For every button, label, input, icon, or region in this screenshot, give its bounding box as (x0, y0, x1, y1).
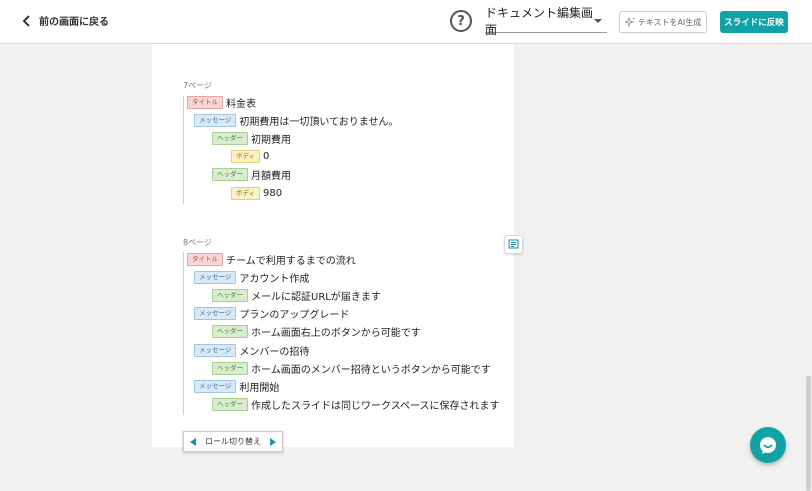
role-tag-message[interactable]: メッセージ (194, 343, 237, 357)
ai-generate-button[interactable]: テキストをAI生成 (619, 11, 707, 33)
role-tag-header[interactable]: ヘッダー (212, 361, 248, 375)
outline-text[interactable]: アカウント作成 (239, 270, 309, 285)
note-icon (508, 239, 519, 249)
help-glyph: ? (457, 13, 465, 29)
role-tag-title[interactable]: タイトル (187, 252, 223, 266)
outline-text[interactable]: ホーム画面のメンバー招待というボタンから可能です (251, 361, 491, 376)
outline-text[interactable]: ホーム画面右上のボタンから可能です (251, 324, 421, 339)
role-tag-header[interactable]: ヘッダー (212, 288, 248, 302)
outline-row-message[interactable]: メッセージ 利用開始 (194, 379, 279, 394)
outline-row-title[interactable]: タイトル 料金表 (187, 95, 256, 110)
outline-row-header[interactable]: ヘッダー 月額費用 (212, 168, 291, 182)
outline-row-message[interactable]: メッセージ メンバーの招待 (194, 343, 309, 358)
apply-to-slide-button[interactable]: スライドに反映 (720, 11, 788, 33)
outline-text[interactable]: 0 (263, 151, 269, 162)
role-tag-message[interactable]: メッセージ (194, 307, 237, 321)
outline-row-header[interactable]: ヘッダー 初期費用 (212, 131, 291, 146)
role-switch-label[interactable]: ロール切り替え (205, 436, 261, 447)
role-switcher: ロール切り替え (183, 431, 283, 452)
outline-text[interactable]: 料金表 (226, 95, 256, 110)
triangle-left-icon[interactable] (190, 437, 196, 446)
role-tag-header[interactable]: ヘッダー (212, 398, 248, 412)
scrollbar-thumb[interactable] (806, 376, 811, 491)
apply-label: スライドに反映 (724, 18, 784, 28)
role-tag-message[interactable]: メッセージ (194, 113, 237, 127)
outline-row-body[interactable]: ボディ 0 (231, 150, 269, 164)
outline-text[interactable]: 利用開始 (239, 379, 279, 394)
outline-text[interactable]: メールに認証URLが届きます (251, 288, 381, 303)
triangle-right-icon[interactable] (270, 437, 276, 446)
chat-launcher-button[interactable] (750, 427, 786, 463)
outline-row-message[interactable]: メッセージ 初期費用は一切頂いておりません。 (194, 113, 398, 128)
role-tag-header[interactable]: ヘッダー (212, 131, 248, 145)
role-tag-message[interactable]: メッセージ (194, 379, 237, 393)
outline-text[interactable]: プランのアップグレード (239, 306, 349, 321)
page-label: 7ページ (183, 81, 212, 90)
outline-text[interactable]: チームで利用するまでの流れ (226, 252, 356, 267)
outline-row-header[interactable]: ヘッダー ホーム画面右上のボタンから可能です (212, 325, 421, 339)
note-button[interactable] (504, 235, 523, 254)
role-tag-body[interactable]: ボディ (231, 150, 261, 164)
role-tag-message[interactable]: メッセージ (194, 270, 237, 284)
outline-guide-line (183, 96, 184, 204)
outline-guide-line (183, 252, 184, 415)
outline-row-header[interactable]: ヘッダー メールに認証URLが届きます (212, 288, 381, 303)
chevron-left-icon (22, 14, 30, 27)
outline-row-header[interactable]: ヘッダー 作成したスライドは同じワークスペースに保存されます (212, 398, 500, 412)
outline-text[interactable]: 月額費用 (251, 167, 291, 182)
chat-bubble-icon (760, 437, 776, 454)
top-header: 前の画面に戻る ? ドキュメント編集画面 テキストをAI生成 スライドに反映 (0, 0, 812, 44)
help-circle-icon[interactable]: ? (450, 10, 472, 32)
role-tag-title[interactable]: タイトル (187, 95, 223, 109)
sparkle-icon (624, 17, 635, 27)
outline-text[interactable]: 980 (263, 188, 282, 199)
outline-text[interactable]: メンバーの招待 (239, 343, 309, 358)
back-label: 前の画面に戻る (39, 17, 109, 28)
outline-row-title[interactable]: タイトル チームで利用するまでの流れ (187, 252, 356, 267)
outline-text[interactable]: 初期費用 (251, 131, 291, 146)
outline-row-header[interactable]: ヘッダー ホーム画面のメンバー招待というボタンから可能です (212, 361, 491, 376)
role-tag-body[interactable]: ボディ (231, 186, 261, 200)
doc-mode-select[interactable]: ドキュメント編集画面 (485, 6, 607, 37)
outline-text[interactable]: 初期費用は一切頂いておりません。 (239, 113, 398, 128)
back-link[interactable]: 前の画面に戻る (22, 13, 109, 28)
outline-text[interactable]: 作成したスライドは同じワークスペースに保存されます (251, 397, 500, 412)
page-label: 8ページ (183, 238, 212, 247)
caret-down-icon (594, 19, 602, 23)
outline-row-message[interactable]: メッセージ アカウント作成 (194, 270, 309, 285)
doc-mode-value: ドキュメント編集画面 (485, 6, 594, 37)
role-tag-header[interactable]: ヘッダー (212, 325, 248, 339)
outline-row-message[interactable]: メッセージ プランのアップグレード (194, 307, 349, 321)
role-tag-header[interactable]: ヘッダー (212, 168, 248, 182)
ai-generate-label: テキストをAI生成 (637, 17, 702, 27)
outline-row-body[interactable]: ボディ 980 (231, 186, 282, 200)
